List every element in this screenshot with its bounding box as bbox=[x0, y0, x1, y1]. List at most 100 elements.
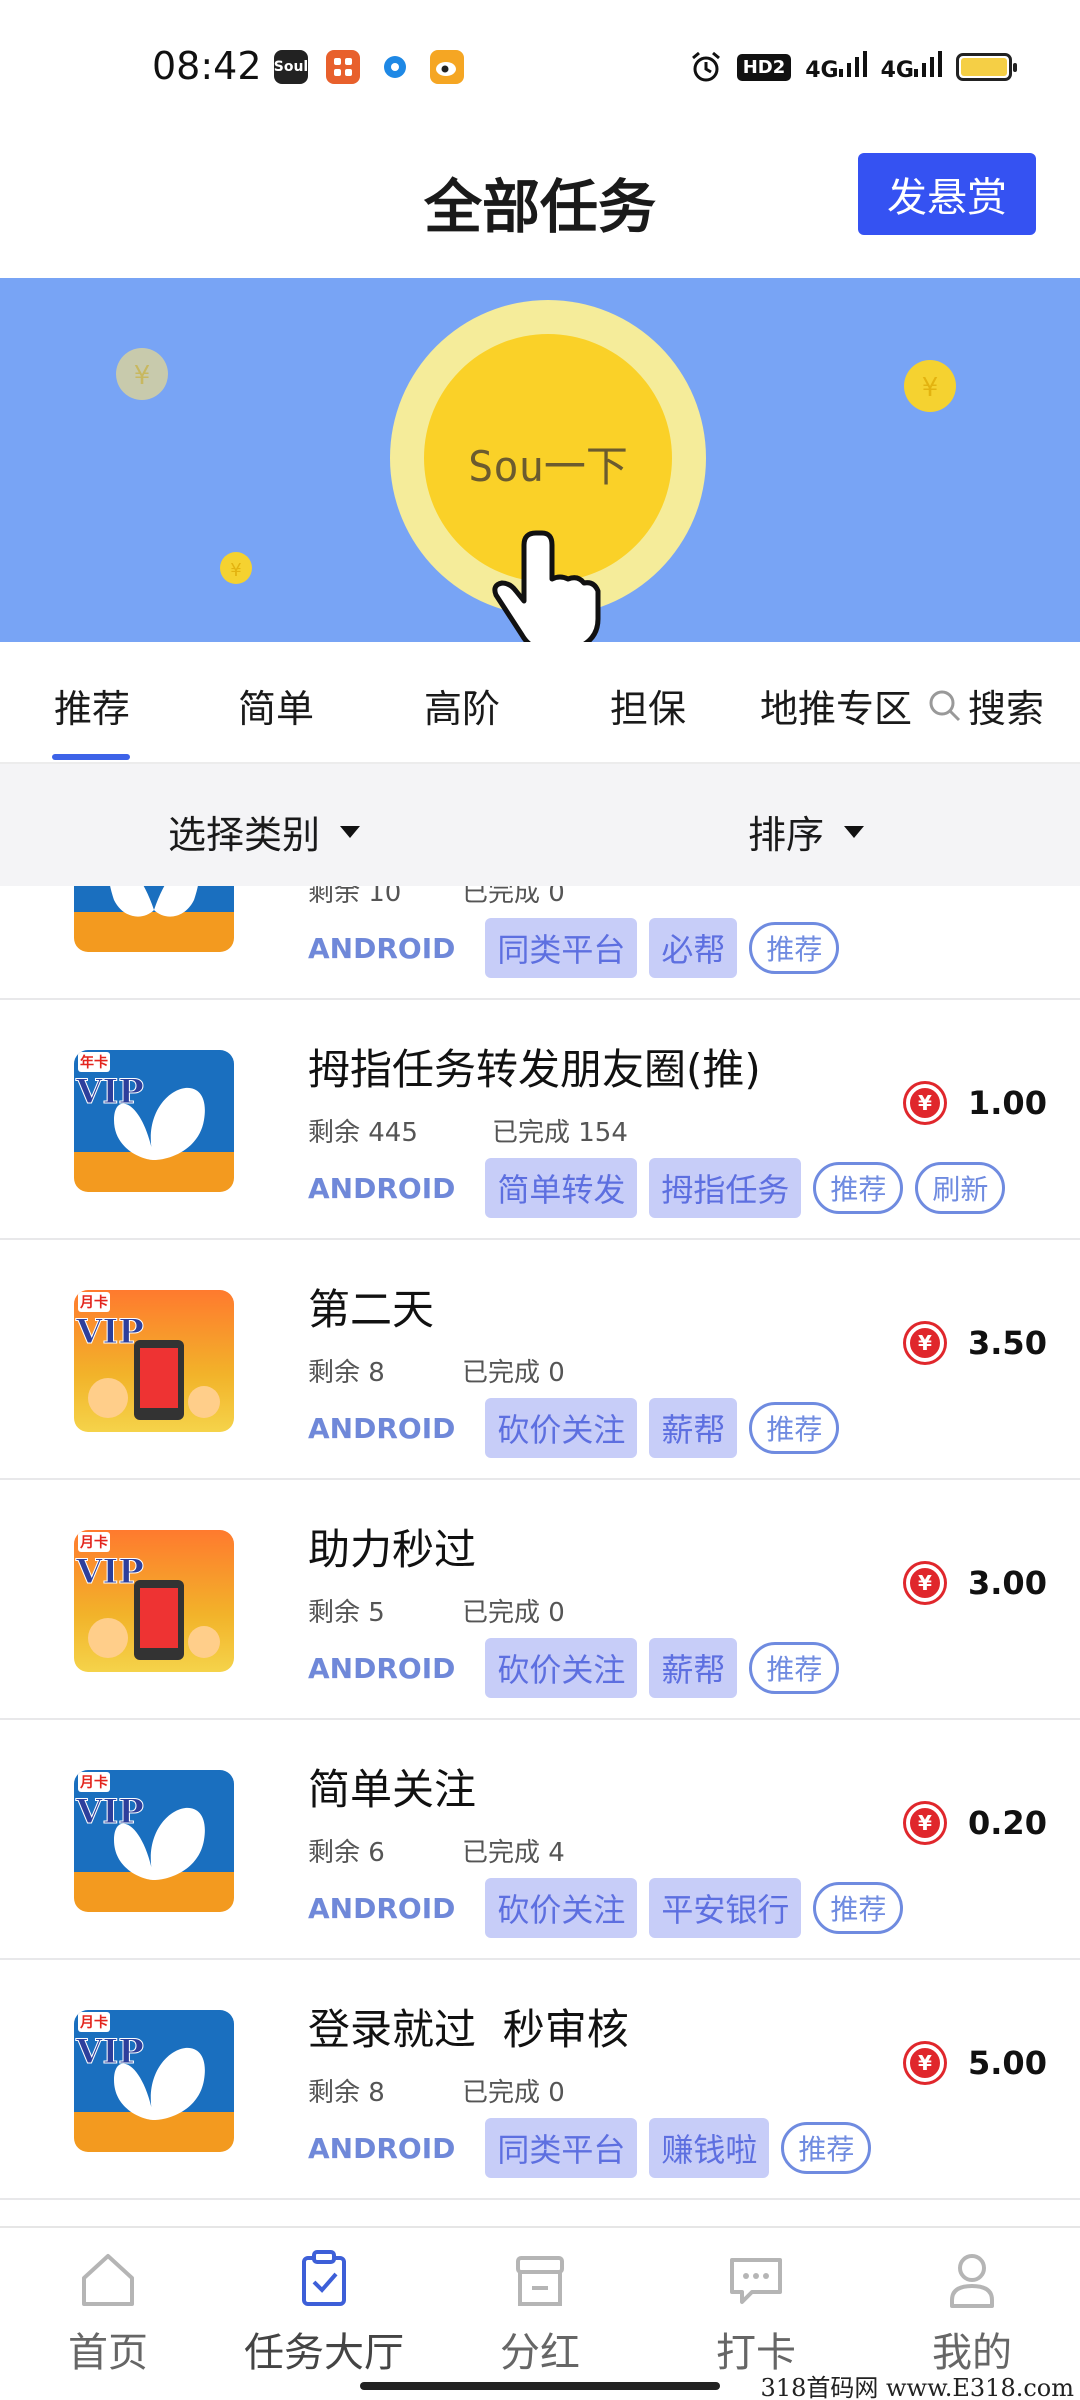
vip-label: VIP bbox=[76, 1792, 145, 1833]
search-banner[interactable]: ¥ ¥ ¥ Sou一下 bbox=[0, 278, 1080, 642]
task-row[interactable]: 月卡 VIP 简单关注 剩余 6 已完成 4 ANDROID 砍价关注 平安银行… bbox=[0, 1720, 1080, 1960]
tab-offline-promo[interactable]: 地推专区 bbox=[760, 678, 912, 733]
task-tag: 薪帮 bbox=[649, 1398, 738, 1458]
task-title: 简单关注 bbox=[308, 1765, 477, 1814]
search-icon bbox=[929, 690, 961, 721]
tab-recommend[interactable]: 推荐 bbox=[54, 678, 130, 733]
task-tags: ANDROID 简单转发 拇指任务 推荐 刷新 bbox=[308, 1158, 1006, 1218]
soul-app-icon: Soul bbox=[274, 50, 308, 84]
task-thumbnail: 年卡 VIP bbox=[74, 1050, 234, 1192]
category-filter-dropdown[interactable]: 选择类别 bbox=[168, 804, 361, 859]
task-tags: ANDROID 砍价关注 平安银行 推荐 bbox=[308, 1878, 904, 1938]
platform-label: ANDROID bbox=[308, 1411, 456, 1445]
task-row[interactable]: 月卡 VIP 登录就过 秒审核 剩余 8 已完成 0 ANDROID 同类平台 … bbox=[0, 1960, 1080, 2200]
status-indicators: HD2 4G 4G bbox=[689, 50, 1017, 84]
task-title: 第二天 bbox=[308, 1285, 435, 1334]
vip-label: VIP bbox=[76, 1552, 145, 1593]
nav-home-label: 首页 bbox=[68, 2330, 148, 2376]
task-reward: ¥ 0.20 bbox=[906, 1804, 1047, 1842]
membership-badge: 月卡 bbox=[78, 1532, 110, 1552]
tab-simple[interactable]: 简单 bbox=[238, 678, 314, 733]
recommend-badge: 推荐 bbox=[813, 1882, 904, 1934]
yuan-coin-icon: ¥ bbox=[906, 1084, 944, 1122]
task-meta: 剩余 8 已完成 0 bbox=[308, 1352, 565, 1389]
platform-label: ANDROID bbox=[308, 1891, 456, 1925]
task-tag: 简单转发 bbox=[485, 1158, 638, 1218]
chat-bubble-icon bbox=[730, 2258, 782, 2304]
vip-label: VIP bbox=[76, 1072, 145, 1113]
nav-dividend-label: 分红 bbox=[500, 2330, 580, 2376]
home-indicator[interactable] bbox=[360, 2382, 720, 2390]
membership-badge: 年卡 bbox=[78, 1052, 110, 1072]
battery-icon bbox=[956, 53, 1017, 81]
task-thumbnail: 月卡 VIP bbox=[74, 1770, 234, 1912]
task-completed: 已完成 0 bbox=[462, 2078, 565, 2108]
task-row[interactable]: 年卡 VIP 拇指任务转发朋友圈(推) 剩余 445 已完成 154 ANDRO… bbox=[0, 1000, 1080, 1240]
task-title: 拇指任务转发朋友圈(推) bbox=[308, 1045, 761, 1094]
task-tag: 砍价关注 bbox=[485, 1878, 638, 1938]
reward-amount: 1.00 bbox=[968, 1084, 1047, 1122]
task-tags: ANDROID 砍价关注 薪帮 推荐 bbox=[308, 1398, 840, 1458]
nav-dividend[interactable]: 分红 bbox=[432, 2248, 648, 2378]
yuan-coin-icon: ¥ bbox=[906, 2044, 944, 2082]
tab-guarantee[interactable]: 担保 bbox=[610, 678, 686, 733]
reward-amount: 5.00 bbox=[968, 2044, 1047, 2082]
category-tabs: 推荐 简单 高阶 担保 地推专区 搜索 bbox=[0, 642, 1080, 764]
task-row[interactable]: 月卡 VIP 助力秒过 剩余 5 已完成 0 ANDROID 砍价关注 薪帮 推… bbox=[0, 1480, 1080, 1720]
membership-badge: 月卡 bbox=[78, 1772, 110, 1792]
task-tags: ANDROID 同类平台 必帮 推荐 bbox=[308, 918, 840, 978]
task-meta: 剩余 10 已完成 0 bbox=[308, 886, 565, 909]
task-remaining: 剩余 10 bbox=[308, 886, 402, 908]
platform-label: ANDROID bbox=[308, 1651, 456, 1685]
task-row[interactable]: 月卡 VIP 第二天 剩余 8 已完成 0 ANDROID 砍价关注 薪帮 推荐… bbox=[0, 1240, 1080, 1480]
sort-label: 排序 bbox=[748, 813, 825, 857]
status-time: 08:42 bbox=[152, 44, 262, 88]
task-tag: 砍价关注 bbox=[485, 1398, 638, 1458]
task-tag: 砍价关注 bbox=[485, 1638, 638, 1698]
task-list: 剩余 10 已完成 0 ANDROID 同类平台 必帮 推荐 年卡 VIP 拇指… bbox=[0, 886, 1080, 2226]
yuan-coin-icon: ¥ bbox=[906, 1804, 944, 1842]
post-reward-button[interactable]: 发悬赏 bbox=[858, 153, 1036, 235]
signal-icon: 4G bbox=[881, 51, 942, 83]
task-meta: 剩余 445 已完成 154 bbox=[308, 1112, 628, 1149]
task-remaining: 剩余 5 bbox=[308, 1598, 385, 1628]
task-tag: 薪帮 bbox=[649, 1638, 738, 1698]
recommend-badge: 推荐 bbox=[749, 1402, 840, 1454]
nav-checkin[interactable]: 打卡 bbox=[648, 2248, 864, 2378]
tab-advanced[interactable]: 高阶 bbox=[424, 678, 500, 733]
task-row[interactable]: 剩余 10 已完成 0 ANDROID 同类平台 必帮 推荐 bbox=[0, 886, 1080, 1000]
home-icon bbox=[82, 2254, 134, 2306]
task-remaining: 剩余 8 bbox=[308, 1358, 385, 1388]
category-filter-label: 选择类别 bbox=[168, 813, 321, 857]
blue-dot-app-icon bbox=[378, 50, 412, 84]
recommend-badge: 推荐 bbox=[813, 1162, 904, 1214]
hd-voice-icon: HD2 bbox=[736, 53, 792, 81]
platform-label: ANDROID bbox=[308, 2131, 456, 2165]
weibo-app-icon bbox=[430, 50, 464, 84]
search-button[interactable]: 搜索 bbox=[928, 678, 1044, 733]
task-tag: 平安银行 bbox=[649, 1878, 802, 1938]
task-meta: 剩余 5 已完成 0 bbox=[308, 1592, 565, 1629]
platform-label: ANDROID bbox=[308, 931, 456, 965]
yuan-coin-icon: ¥ bbox=[906, 1324, 944, 1362]
task-thumbnail: 月卡 VIP bbox=[74, 2010, 234, 2152]
chevron-down-icon bbox=[340, 825, 361, 838]
recommend-badge: 推荐 bbox=[749, 922, 840, 974]
alarm-icon bbox=[691, 51, 720, 82]
svg-text:¥: ¥ bbox=[230, 560, 241, 581]
task-completed: 已完成 0 bbox=[462, 1358, 565, 1388]
nav-profile[interactable]: 我的 bbox=[864, 2248, 1080, 2378]
nav-home[interactable]: 首页 bbox=[0, 2248, 216, 2378]
grid-app-icon bbox=[326, 50, 360, 84]
nav-task-hall[interactable]: 任务大厅 bbox=[216, 2248, 432, 2378]
platform-label: ANDROID bbox=[308, 1171, 456, 1205]
sort-dropdown[interactable]: 排序 bbox=[748, 804, 865, 859]
task-title: 助力秒过 bbox=[308, 1525, 477, 1574]
reward-amount: 3.00 bbox=[968, 1564, 1047, 1602]
active-tab-indicator bbox=[52, 754, 130, 760]
task-tag: 赚钱啦 bbox=[649, 2118, 770, 2178]
task-tags: ANDROID 砍价关注 薪帮 推荐 bbox=[308, 1638, 840, 1698]
person-icon bbox=[950, 2254, 994, 2308]
svg-text:¥: ¥ bbox=[922, 373, 939, 403]
task-remaining: 剩余 6 bbox=[308, 1838, 385, 1868]
